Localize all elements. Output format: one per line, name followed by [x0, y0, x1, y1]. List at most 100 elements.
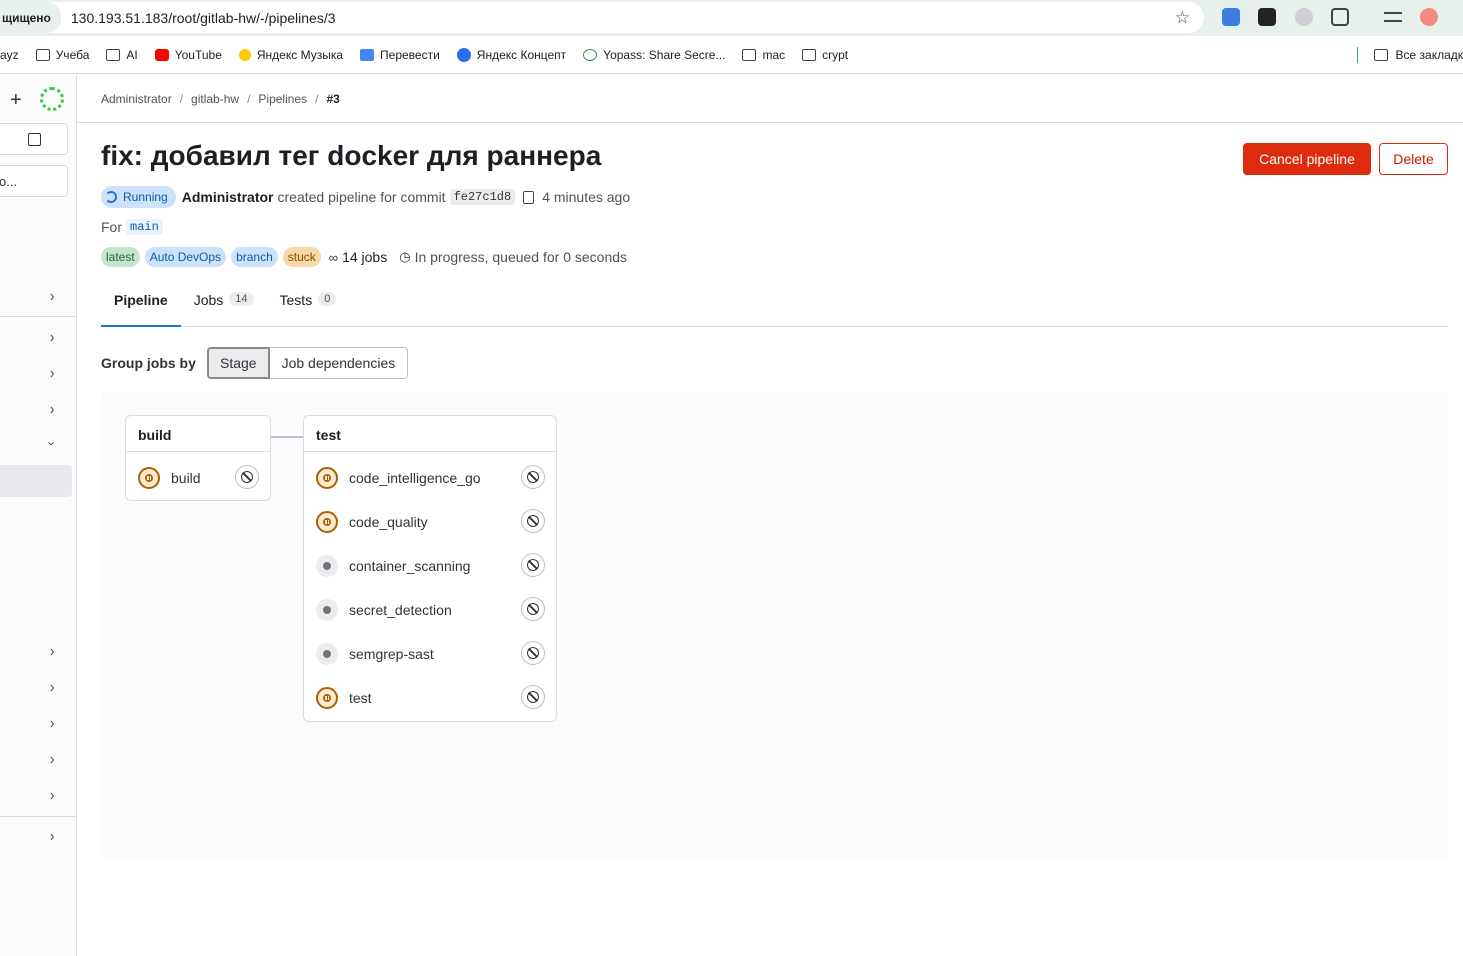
extension-icon[interactable]	[1258, 8, 1276, 26]
url-text[interactable]: 130.193.51.183/root/gitlab-hw/-/pipeline…	[71, 10, 336, 26]
badge-latest[interactable]: latest	[101, 247, 140, 267]
all-bookmarks[interactable]: Все закладк	[1356, 36, 1463, 73]
cancel-job-button[interactable]	[521, 465, 545, 489]
chevron-right-icon[interactable]: ›	[50, 642, 54, 660]
chevron-right-icon[interactable]: ›	[50, 678, 54, 696]
copy-icon[interactable]	[523, 190, 535, 204]
bookmark-youtube[interactable]: YouTube	[154, 47, 222, 62]
status-label: Running	[123, 190, 168, 204]
delete-button[interactable]: Delete	[1379, 143, 1448, 175]
security-chip[interactable]: щищено	[0, 2, 61, 33]
folder-icon	[35, 48, 50, 61]
tab-count: 14	[229, 292, 254, 306]
cancel-job-button[interactable]	[235, 465, 259, 489]
bookmark-translate[interactable]: Перевести	[360, 48, 440, 62]
cancel-icon	[527, 647, 539, 659]
extension-password-icon[interactable]	[1222, 8, 1240, 26]
created-status-icon	[316, 555, 338, 577]
badge-stuck[interactable]: stuck	[282, 247, 321, 267]
folder-icon	[106, 48, 121, 61]
chevron-right-icon[interactable]: ›	[50, 328, 54, 346]
folder-icon	[742, 48, 757, 61]
job-test[interactable]: test	[316, 685, 372, 711]
bookmark-ucheba[interactable]: Учеба	[35, 48, 89, 62]
stage-connector	[270, 436, 303, 438]
chevron-right-icon[interactable]: ›	[50, 287, 54, 305]
header-divider	[77, 122, 1463, 123]
duration-info: ◷ In progress, queued for 0 seconds	[399, 249, 627, 265]
chevron-right-icon[interactable]: ›	[50, 786, 54, 804]
bookmark-star-icon[interactable]: ☆	[1175, 8, 1190, 28]
cancel-pipeline-button[interactable]: Cancel pipeline	[1243, 143, 1371, 175]
extensions-puzzle-icon[interactable]	[1331, 8, 1349, 26]
chevron-right-icon[interactable]: ›	[50, 364, 54, 382]
cancel-job-button[interactable]	[521, 509, 545, 533]
paused-status-icon	[316, 467, 338, 489]
job-secret-detection[interactable]: secret_detection	[316, 597, 452, 623]
cancel-job-button[interactable]	[521, 641, 545, 665]
stage-title: build	[126, 416, 270, 452]
group-jobs-label: Group jobs by	[101, 355, 196, 371]
pipeline-icon: ∞	[328, 249, 339, 265]
jobs-count-label: 14 jobs	[342, 249, 388, 265]
paused-status-icon	[316, 511, 338, 533]
bookmark-yopass[interactable]: Yopass: Share Secre...	[583, 48, 725, 62]
chevron-right-icon[interactable]: ›	[50, 400, 54, 418]
cancel-job-button[interactable]	[521, 597, 545, 621]
media-control-icon[interactable]	[1384, 12, 1402, 22]
cancel-job-button[interactable]	[521, 553, 545, 577]
pipeline-meta: Running Administrator created pipeline f…	[101, 185, 630, 209]
badge-auto-devops[interactable]: Auto DevOps	[144, 247, 227, 267]
tab-pipeline[interactable]: Pipeline	[101, 286, 181, 327]
breadcrumb-administrator[interactable]: Administrator	[101, 92, 172, 106]
created-time: 4 minutes ago	[542, 189, 631, 205]
bookmark-crypt[interactable]: crypt	[802, 48, 848, 62]
breadcrumb-project[interactable]: gitlab-hw	[191, 92, 239, 106]
extension-gauge-icon[interactable]	[1295, 8, 1313, 26]
tab-jobs[interactable]: Jobs 14	[181, 286, 267, 326]
todo-button[interactable]	[0, 123, 68, 155]
job-code-intelligence-go[interactable]: code_intelligence_go	[316, 465, 481, 491]
search-field[interactable]: o...	[0, 165, 68, 197]
job-code-quality[interactable]: code_quality	[316, 509, 428, 535]
group-by-stage-button[interactable]: Stage	[207, 347, 270, 379]
breadcrumb-separator: /	[247, 92, 251, 106]
chevron-right-icon[interactable]: ›	[50, 714, 54, 732]
job-name: secret_detection	[349, 602, 452, 618]
bookmark-yandex-music[interactable]: Яндекс Музыка	[238, 47, 344, 62]
badge-branch[interactable]: branch	[231, 247, 278, 267]
chevron-down-icon[interactable]: ›	[45, 441, 60, 445]
status-badge[interactable]: Running	[101, 186, 176, 208]
sidebar-divider	[0, 816, 77, 817]
yandex-music-icon	[238, 48, 251, 61]
bookmark-yandex-concept[interactable]: Яндекс Концепт	[456, 47, 566, 62]
tab-tests[interactable]: Tests 0	[267, 286, 350, 326]
job-build[interactable]: build	[138, 465, 201, 491]
share-icon	[583, 48, 598, 61]
bookmark-label: YouTube	[174, 47, 222, 62]
commit-sha[interactable]: fe27c1d8	[449, 189, 516, 205]
job-container-scanning[interactable]: container_scanning	[316, 553, 470, 579]
job-semgrep-sast[interactable]: semgrep-sast	[316, 641, 434, 667]
author-link[interactable]: Administrator	[182, 189, 274, 205]
profile-avatar[interactable]	[1420, 8, 1438, 26]
breadcrumb-current[interactable]: #3	[326, 92, 339, 106]
bookmark-label: Яндекс Музыка	[256, 47, 344, 62]
breadcrumb-pipelines[interactable]: Pipelines	[258, 92, 307, 106]
bookmark-mac[interactable]: mac	[742, 48, 785, 62]
cancel-job-button[interactable]	[521, 685, 545, 709]
job-name: test	[349, 690, 372, 706]
bookmark-ai[interactable]: AI	[106, 48, 138, 62]
group-by-deps-button[interactable]: Job dependencies	[269, 347, 409, 379]
created-status-icon	[316, 599, 338, 621]
gitlab-logo-icon[interactable]	[40, 87, 64, 111]
all-bookmarks-label: Все закладк	[1395, 47, 1463, 62]
sidebar-item-pipelines[interactable]	[0, 465, 72, 497]
branch-ref[interactable]: main	[126, 219, 163, 235]
chevron-right-icon[interactable]: ›	[50, 827, 54, 845]
chevron-right-icon[interactable]: ›	[50, 750, 54, 768]
bookmark-ayz[interactable]: ayz	[0, 48, 19, 62]
address-bar[interactable]: щищено 130.193.51.183/root/gitlab-hw/-/p…	[0, 2, 1204, 33]
jobs-count: ∞ 14 jobs	[329, 249, 387, 265]
plus-icon[interactable]: +	[10, 89, 22, 112]
